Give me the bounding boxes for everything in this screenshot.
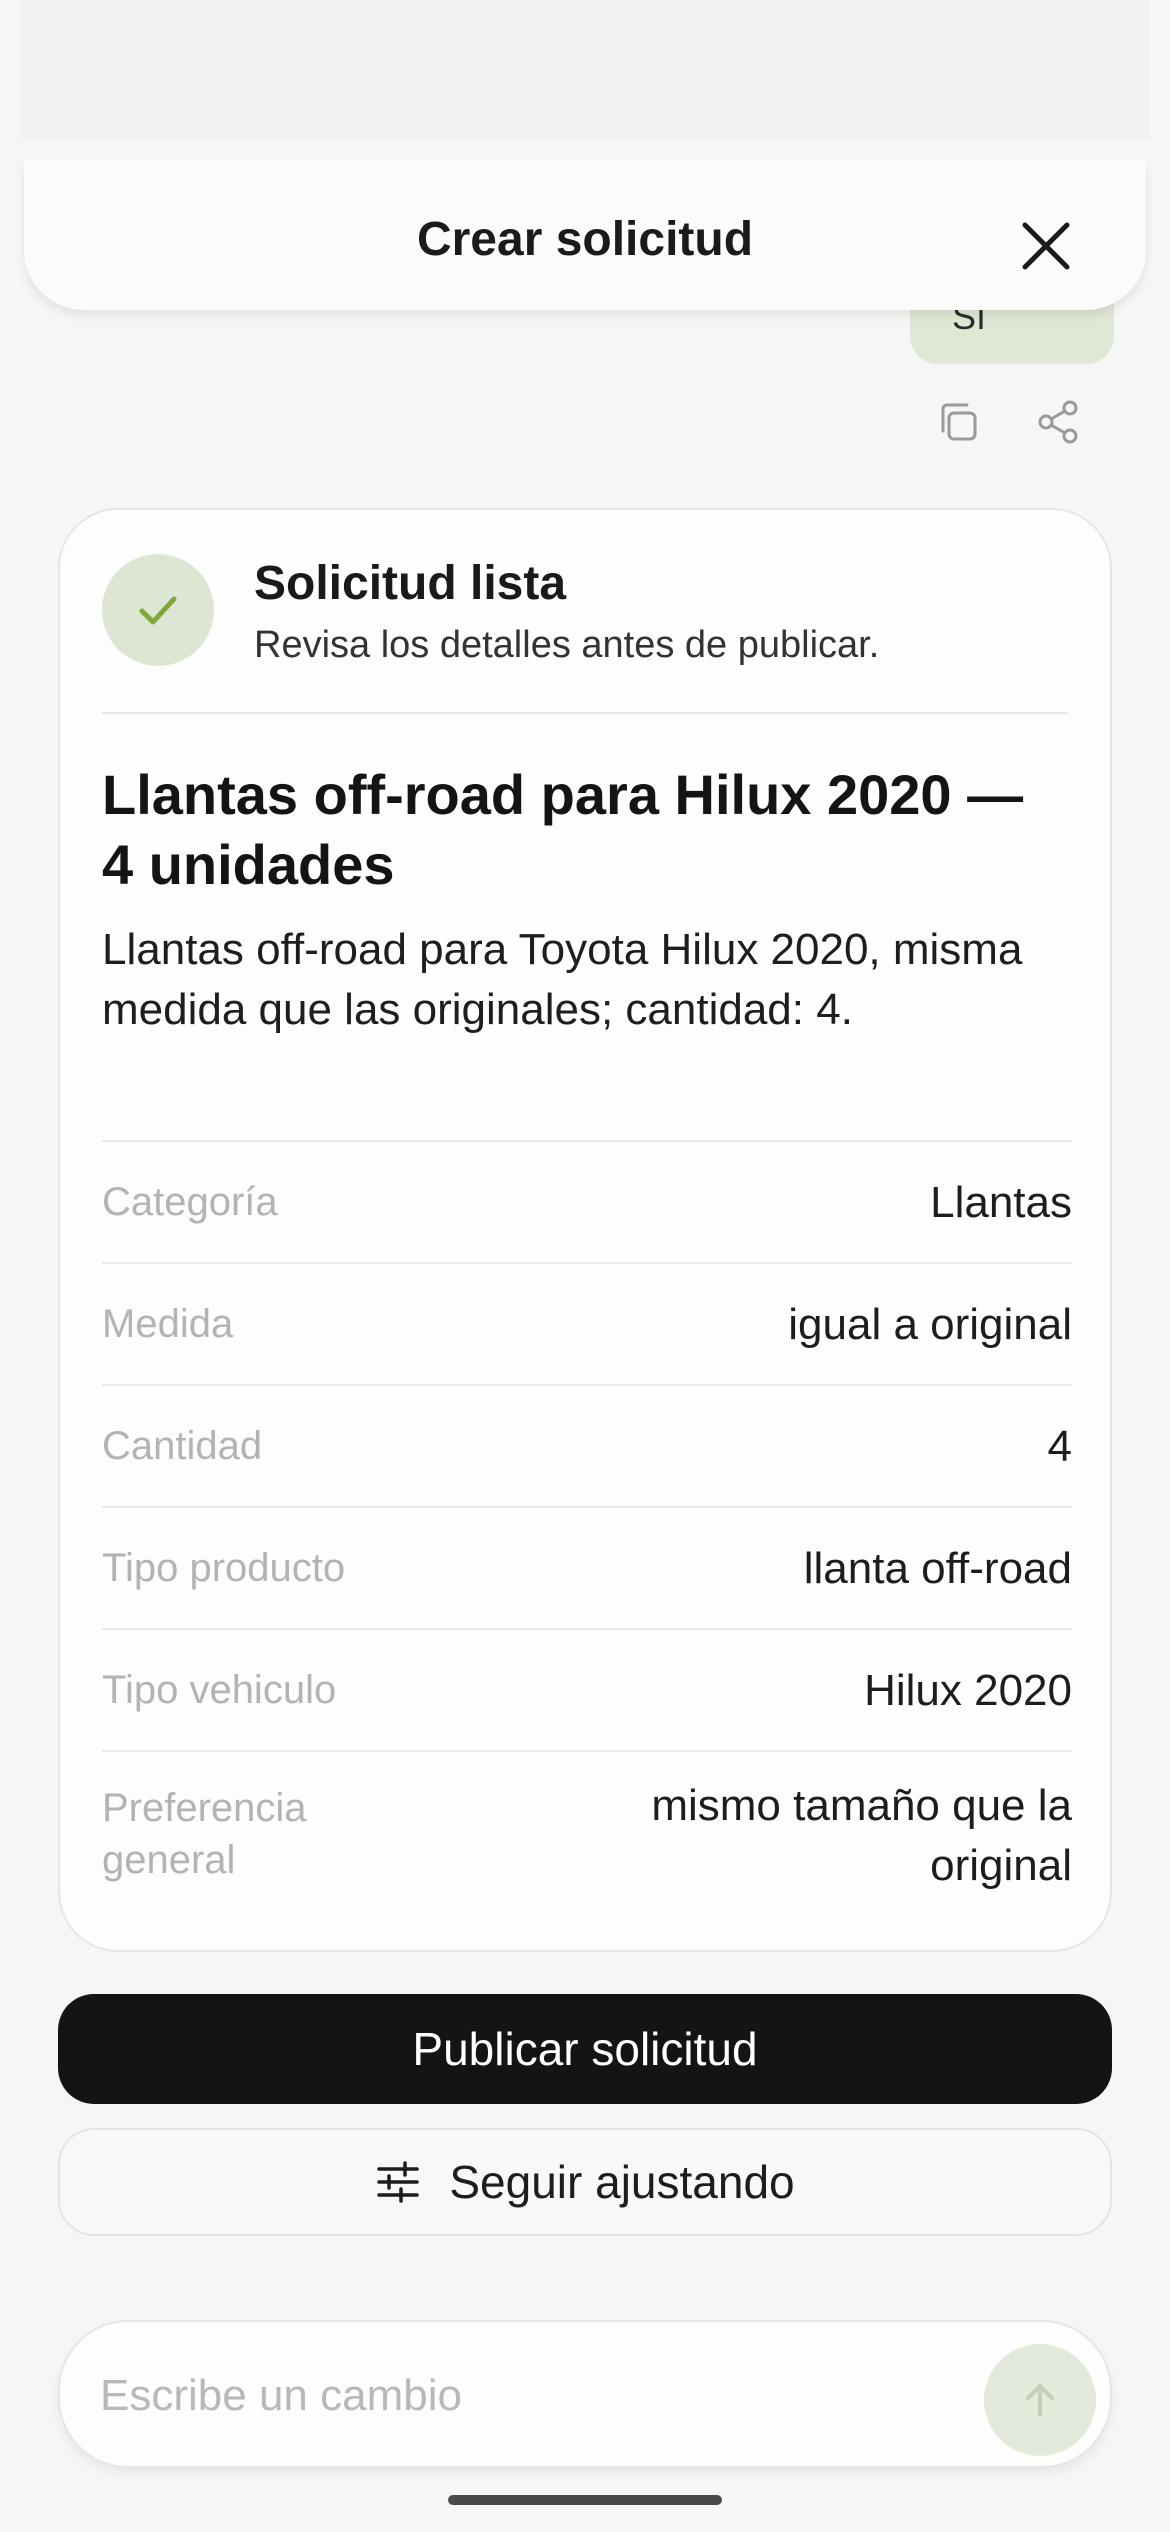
detail-row-cantidad: Cantidad 4: [102, 1384, 1072, 1506]
sliders-icon: [377, 2161, 420, 2203]
request-summary-card: Solicitud lista Revisa los detalles ante…: [58, 508, 1112, 1952]
message-actions: [930, 392, 1100, 452]
keep-adjusting-button[interactable]: Seguir ajustando: [58, 2128, 1112, 2236]
arrow-up-icon: [1026, 2384, 1054, 2416]
adjust-label: Seguir ajustando: [449, 2156, 795, 2208]
header-title: Crear solicitud: [416, 213, 754, 266]
status-subtitle: Revisa los detalles antes de publicar.: [254, 624, 880, 666]
detail-row-categoria: Categoría Llantas: [102, 1140, 1072, 1262]
detail-value: llanta off-road: [803, 1544, 1072, 1593]
home-indicator: [448, 2495, 722, 2505]
detail-label: Categoría: [102, 1180, 278, 1224]
change-input[interactable]: [100, 2352, 980, 2440]
close-icon: [1022, 222, 1070, 270]
message-composer: [58, 2320, 1112, 2468]
detail-value: igual a original: [788, 1300, 1072, 1349]
request-title: Llantas off-road para Hilux 2020 — 4 uni…: [102, 763, 1024, 896]
publish-label: Publicar solicitud: [412, 2023, 758, 2075]
detail-row-tipo-vehiculo: Tipo vehiculo Hilux 2020: [102, 1628, 1072, 1750]
card-divider: [102, 712, 1068, 714]
share-button[interactable]: [1030, 394, 1086, 450]
detail-value: 4: [1047, 1422, 1072, 1471]
request-description: Llantas off-road para Toyota Hilux 2020,…: [102, 925, 1023, 1034]
detail-row-tipo-producto: Tipo producto llanta off-road: [102, 1506, 1072, 1628]
status-bar-area: [20, 0, 1150, 140]
detail-row-preferencia: Preferencia general mismo tamaño que la …: [102, 1750, 1072, 1930]
detail-row-medida: Medida igual a original: [102, 1262, 1072, 1384]
detail-value: Hilux 2020: [864, 1666, 1072, 1715]
check-icon: [139, 596, 177, 625]
copy-icon: [941, 403, 977, 441]
share-icon: [1038, 400, 1078, 444]
publish-request-button[interactable]: Publicar solicitud: [58, 1994, 1112, 2104]
sheet-header: Crear solicitud: [24, 160, 1146, 310]
detail-label: Tipo producto: [102, 1546, 346, 1590]
send-button[interactable]: [984, 2344, 1096, 2456]
detail-value: mismo tamaño que la original: [651, 1781, 1072, 1890]
detail-label: Tipo vehiculo: [102, 1668, 337, 1712]
detail-label: Cantidad: [102, 1424, 263, 1468]
detail-label: Preferencia general: [102, 1786, 307, 1882]
detail-label: Medida: [102, 1302, 234, 1346]
close-button[interactable]: [1016, 216, 1076, 276]
status-title: Solicitud lista: [254, 557, 567, 610]
detail-value: Llantas: [930, 1178, 1072, 1227]
copy-button[interactable]: [930, 394, 986, 450]
status-check-badge: [102, 554, 214, 666]
details-list: Categoría Llantas Medida igual a origina…: [102, 1140, 1072, 1930]
